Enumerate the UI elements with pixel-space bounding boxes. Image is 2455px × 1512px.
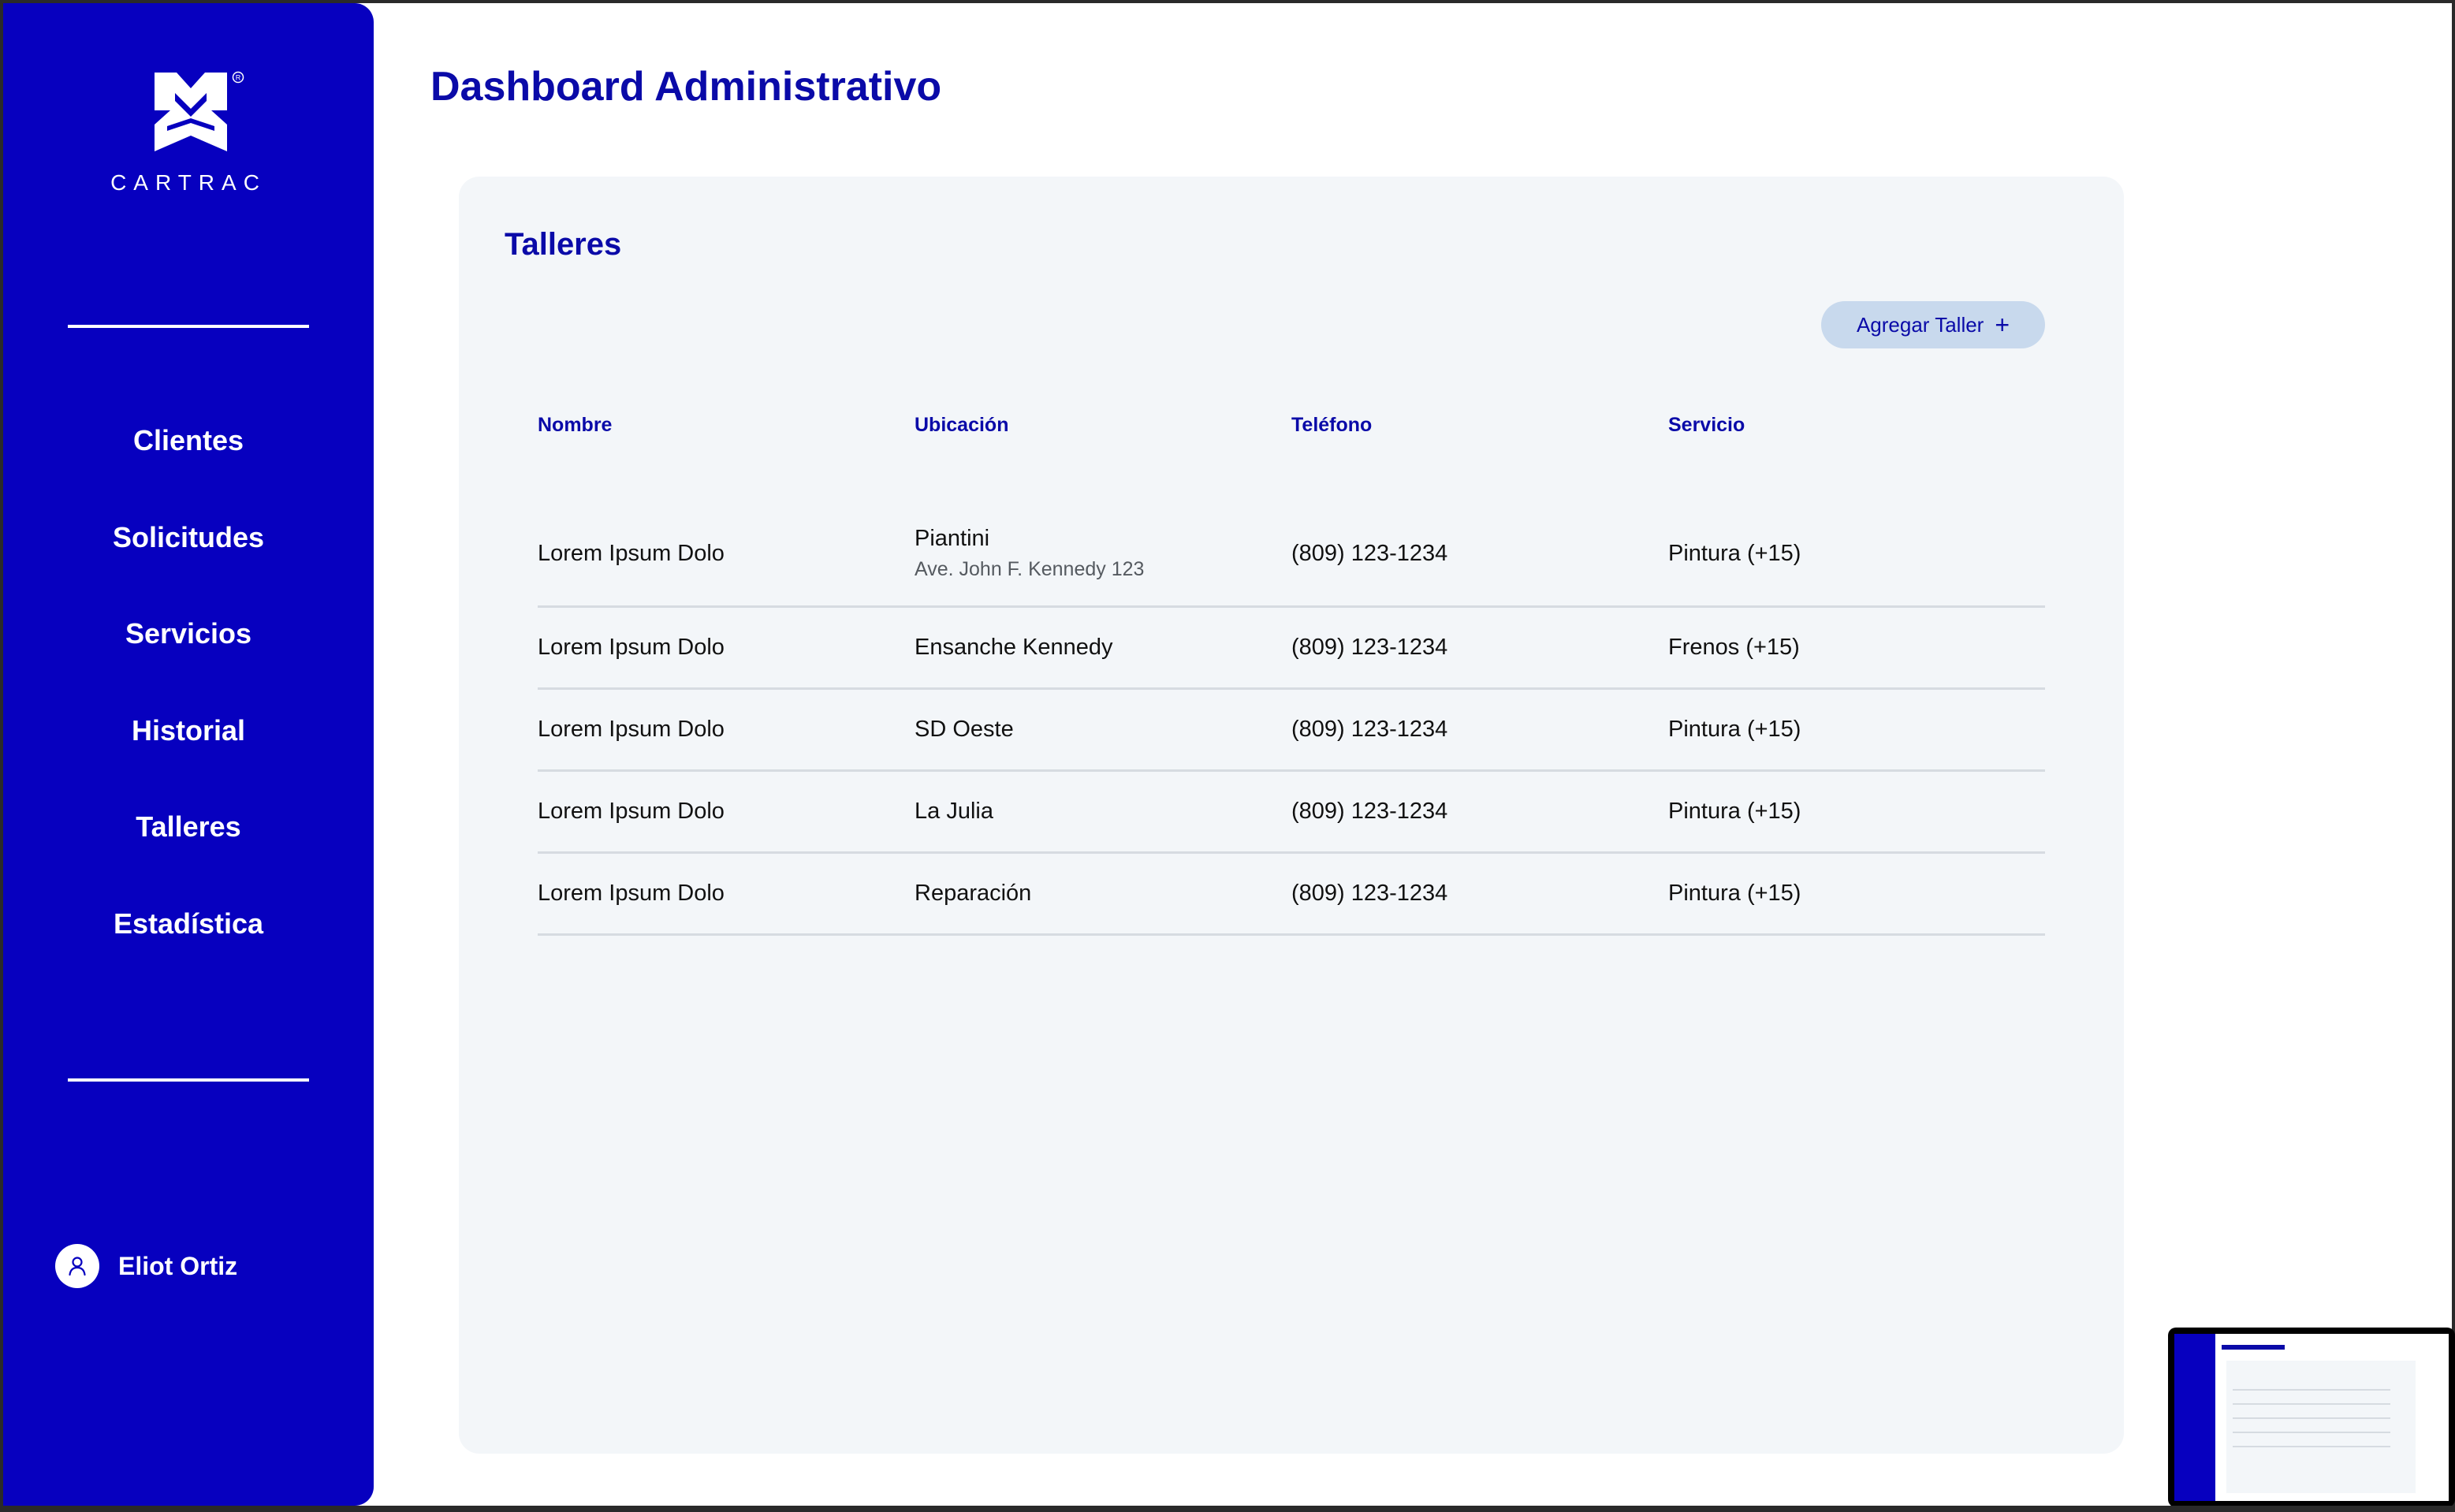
sidebar-item-historial[interactable]: Historial bbox=[3, 703, 374, 800]
cell-servicio: Pintura (+15) bbox=[1668, 717, 1801, 742]
brand-name: CARTRAC bbox=[110, 170, 266, 195]
cell-ubicacion: Ensanche Kennedy bbox=[915, 635, 1113, 660]
sidebar-nav: Clientes Solicitudes Servicios Historial… bbox=[3, 413, 374, 992]
thumbnail-card bbox=[2226, 1361, 2416, 1493]
cell-ubicacion-detail: Ave. John F. Kennedy 123 bbox=[915, 558, 1145, 580]
cell-telefono: (809) 123-1234 bbox=[1291, 799, 1448, 824]
cell-telefono: (809) 123-1234 bbox=[1291, 881, 1448, 906]
cell-ubicacion: SD Oeste bbox=[915, 717, 1014, 742]
table-row[interactable]: Lorem Ipsum Dolo SD Oeste (809) 123-1234… bbox=[538, 690, 2045, 772]
table-row[interactable]: Lorem Ipsum Dolo La Julia (809) 123-1234… bbox=[538, 772, 2045, 854]
add-taller-label: Agregar Taller bbox=[1856, 312, 1984, 337]
cell-nombre: Lorem Ipsum Dolo bbox=[538, 717, 725, 742]
cell-telefono: (809) 123-1234 bbox=[1291, 635, 1448, 660]
app-window: R CARTRAC Clientes Solicitudes Servicios… bbox=[0, 0, 2455, 1512]
user-icon bbox=[69, 1257, 86, 1276]
column-header-nombre[interactable]: Nombre bbox=[538, 414, 915, 437]
cell-ubicacion: Reparación bbox=[915, 881, 1032, 906]
screenshot-thumbnail[interactable] bbox=[2168, 1328, 2455, 1507]
thumbnail-row bbox=[2233, 1446, 2390, 1447]
thumbnail-title bbox=[2222, 1345, 2285, 1350]
cell-servicio: Frenos (+15) bbox=[1668, 635, 1800, 660]
sidebar-divider bbox=[68, 1078, 309, 1082]
sidebar-item-solicitudes[interactable]: Solicitudes bbox=[3, 510, 374, 607]
talleres-table: Nombre Ubicación Teléfono Servicio Lorem… bbox=[538, 405, 2045, 936]
thumbnail-row bbox=[2233, 1432, 2390, 1433]
svg-text:R: R bbox=[236, 74, 241, 82]
cell-ubicacion-main: Piantini bbox=[915, 526, 990, 551]
table-row[interactable]: Lorem Ipsum Dolo Piantini Ave. John F. K… bbox=[538, 509, 2045, 608]
thumbnail-row bbox=[2233, 1417, 2390, 1419]
sidebar-divider bbox=[68, 325, 309, 328]
column-header-ubicacion[interactable]: Ubicación bbox=[915, 414, 1291, 437]
sidebar-item-estadistica[interactable]: Estadística bbox=[3, 896, 374, 993]
column-header-telefono[interactable]: Teléfono bbox=[1291, 414, 1668, 437]
page-title: Dashboard Administrativo bbox=[430, 64, 942, 110]
talleres-card: Talleres Agregar Taller + Nombre Ubicaci… bbox=[459, 177, 2124, 1454]
cell-telefono: (809) 123-1234 bbox=[1291, 717, 1448, 742]
window-bottom-edge bbox=[3, 1506, 2455, 1512]
sidebar-item-servicios[interactable]: Servicios bbox=[3, 606, 374, 703]
user-profile[interactable]: Eliot Ortiz bbox=[55, 1242, 237, 1290]
cell-servicio: Pintura (+15) bbox=[1668, 799, 1801, 824]
registered-mark-icon: R bbox=[232, 71, 244, 84]
cell-nombre: Lorem Ipsum Dolo bbox=[538, 540, 725, 566]
cell-servicio: Pintura (+15) bbox=[1668, 540, 1801, 566]
sidebar-item-talleres[interactable]: Talleres bbox=[3, 799, 374, 896]
thumbnail-row bbox=[2233, 1389, 2390, 1391]
table-header: Nombre Ubicación Teléfono Servicio bbox=[538, 405, 2045, 445]
section-title: Talleres bbox=[505, 227, 622, 262]
cell-servicio: Pintura (+15) bbox=[1668, 881, 1801, 906]
sidebar: R CARTRAC Clientes Solicitudes Servicios… bbox=[3, 3, 374, 1506]
cell-nombre: Lorem Ipsum Dolo bbox=[538, 635, 725, 660]
cell-nombre: Lorem Ipsum Dolo bbox=[538, 799, 725, 824]
table-row[interactable]: Lorem Ipsum Dolo Reparación (809) 123-12… bbox=[538, 854, 2045, 936]
cell-ubicacion: Piantini Ave. John F. Kennedy 123 bbox=[915, 526, 1291, 581]
cell-ubicacion: La Julia bbox=[915, 799, 993, 824]
user-name[interactable]: Eliot Ortiz bbox=[118, 1252, 237, 1281]
sidebar-item-clientes[interactable]: Clientes bbox=[3, 413, 374, 510]
cell-telefono: (809) 123-1234 bbox=[1291, 540, 1448, 566]
brand-logo[interactable]: R CARTRAC bbox=[3, 69, 374, 196]
thumbnail-row bbox=[2233, 1403, 2390, 1405]
plus-icon: + bbox=[1995, 311, 2010, 339]
thumbnail-preview bbox=[2174, 1334, 2449, 1501]
cell-nombre: Lorem Ipsum Dolo bbox=[538, 881, 725, 906]
cartrac-logo-icon bbox=[155, 73, 227, 151]
table-row[interactable]: Lorem Ipsum Dolo Ensanche Kennedy (809) … bbox=[538, 608, 2045, 690]
thumbnail-sidebar bbox=[2174, 1334, 2215, 1501]
avatar[interactable] bbox=[55, 1244, 99, 1288]
column-header-servicio[interactable]: Servicio bbox=[1668, 414, 2045, 437]
add-taller-button[interactable]: Agregar Taller + bbox=[1821, 301, 2045, 348]
table-body: Lorem Ipsum Dolo Piantini Ave. John F. K… bbox=[538, 509, 2045, 936]
